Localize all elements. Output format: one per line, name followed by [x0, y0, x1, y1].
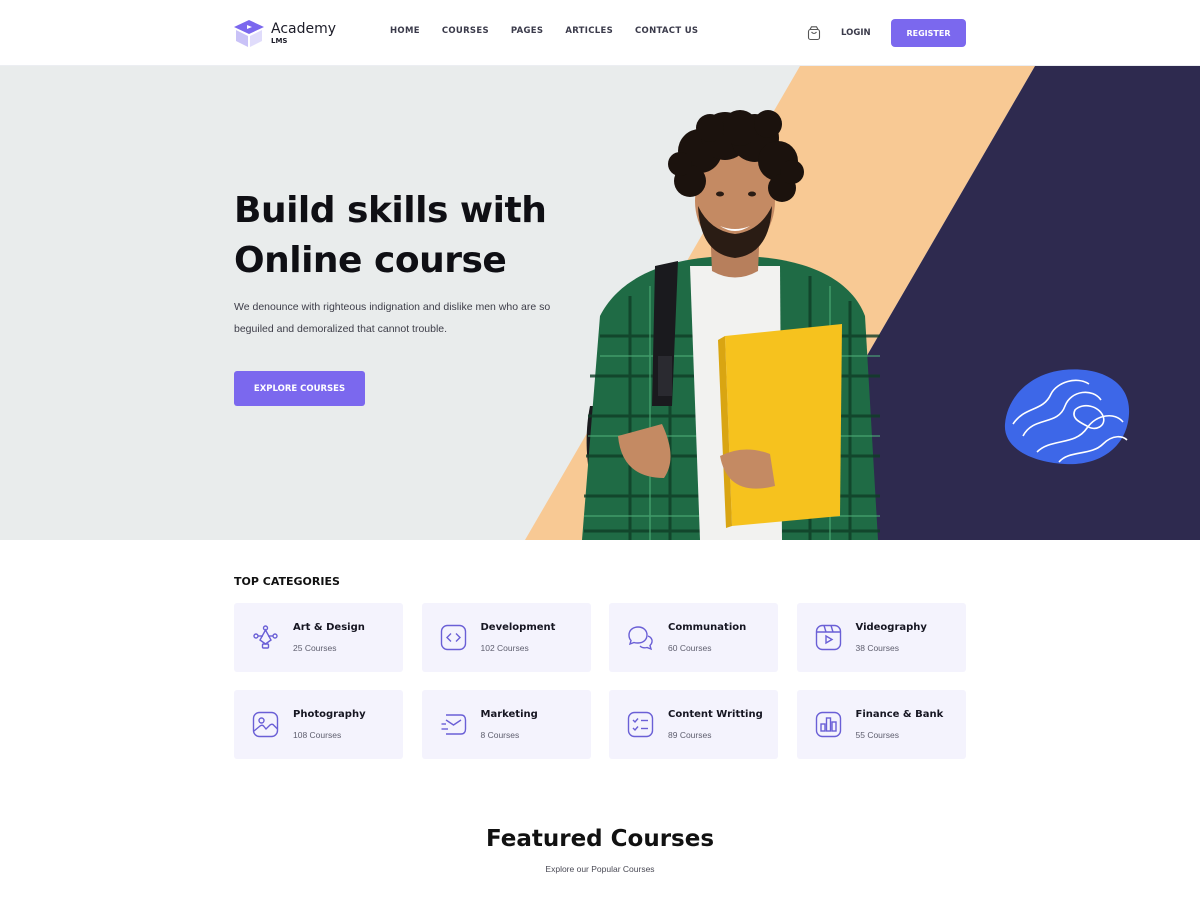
explore-courses-button[interactable]: EXPLORE COURSES — [234, 371, 365, 406]
category-name: Photography — [293, 709, 366, 720]
category-card-videography[interactable]: Videography 38 Courses — [796, 603, 966, 672]
image-icon — [252, 711, 279, 738]
hero-title-line2: Online course — [234, 240, 507, 281]
category-count: 102 Courses — [480, 643, 529, 653]
category-name: Art & Design — [293, 622, 365, 633]
login-link[interactable]: LOGIN — [841, 28, 871, 38]
chat-bubbles-icon — [628, 626, 653, 651]
bar-chart-icon — [815, 711, 841, 738]
categories-heading: TOP CATEGORIES — [234, 575, 340, 588]
nav-contact[interactable]: CONTACT US — [635, 26, 698, 36]
checklist-icon — [627, 711, 654, 738]
category-count: 89 Courses — [668, 730, 712, 740]
category-name: Videography — [855, 622, 927, 633]
category-count: 55 Courses — [855, 730, 899, 740]
category-card-development[interactable]: Development 102 Courses — [421, 603, 591, 672]
category-count: 108 Courses — [293, 730, 342, 740]
category-card-photography[interactable]: Photography 108 Courses — [234, 690, 403, 759]
nav-pages[interactable]: PAGES — [511, 26, 543, 36]
category-card-content-writting[interactable]: Content Writting 89 Courses — [609, 690, 778, 759]
student-image — [582, 110, 880, 540]
category-card-marketing[interactable]: Marketing 8 Courses — [421, 690, 591, 759]
category-name: Communation — [668, 622, 747, 633]
brand-name: Academy — [271, 20, 337, 37]
brand-sub: LMS — [271, 36, 288, 45]
featured-title: Featured Courses — [485, 826, 715, 852]
hero-section: Build skills with Online course We denou… — [0, 66, 1200, 540]
register-button[interactable]: REGISTER — [891, 19, 966, 47]
graduation-box-icon — [234, 20, 264, 47]
topography-blob-icon — [1004, 369, 1130, 465]
category-card-art-design[interactable]: Art & Design 25 Courses — [234, 603, 403, 672]
hero-title: Build skills with Online course — [234, 186, 574, 286]
categories-grid: Art & Design 25 Courses Development 102 … — [234, 603, 966, 759]
category-name: Content Writting — [668, 709, 763, 720]
video-icon — [815, 624, 841, 651]
email-icon — [441, 714, 466, 735]
main-nav: HOME COURSES PAGES ARTICLES CONTACT US — [390, 26, 698, 36]
hero-title-line1: Build skills with — [234, 190, 547, 231]
site-header: Academy LMS HOME COURSES PAGES ARTICLES … — [0, 0, 1200, 66]
category-count: 38 Courses — [855, 643, 899, 653]
category-count: 8 Courses — [480, 730, 520, 740]
nav-courses[interactable]: COURSES — [442, 26, 489, 36]
pen-tool-icon — [253, 625, 278, 649]
category-name: Marketing — [480, 709, 538, 720]
brand-logo[interactable]: Academy LMS — [233, 17, 336, 49]
category-count: 60 Courses — [668, 643, 712, 653]
nav-articles[interactable]: ARTICLES — [565, 26, 613, 36]
category-card-communation[interactable]: Communation 60 Courses — [609, 603, 778, 672]
category-name: Finance & Bank — [855, 709, 944, 720]
category-card-finance-bank[interactable]: Finance & Bank 55 Courses — [796, 690, 966, 759]
shopping-bag-icon[interactable] — [806, 25, 822, 41]
code-icon — [440, 624, 466, 651]
nav-home[interactable]: HOME — [390, 26, 420, 36]
category-count: 25 Courses — [293, 643, 337, 653]
hero-description: We denounce with righteous indignation a… — [234, 301, 551, 335]
category-name: Development — [480, 622, 556, 633]
featured-subtitle: Explore our Popular Courses — [545, 864, 655, 874]
